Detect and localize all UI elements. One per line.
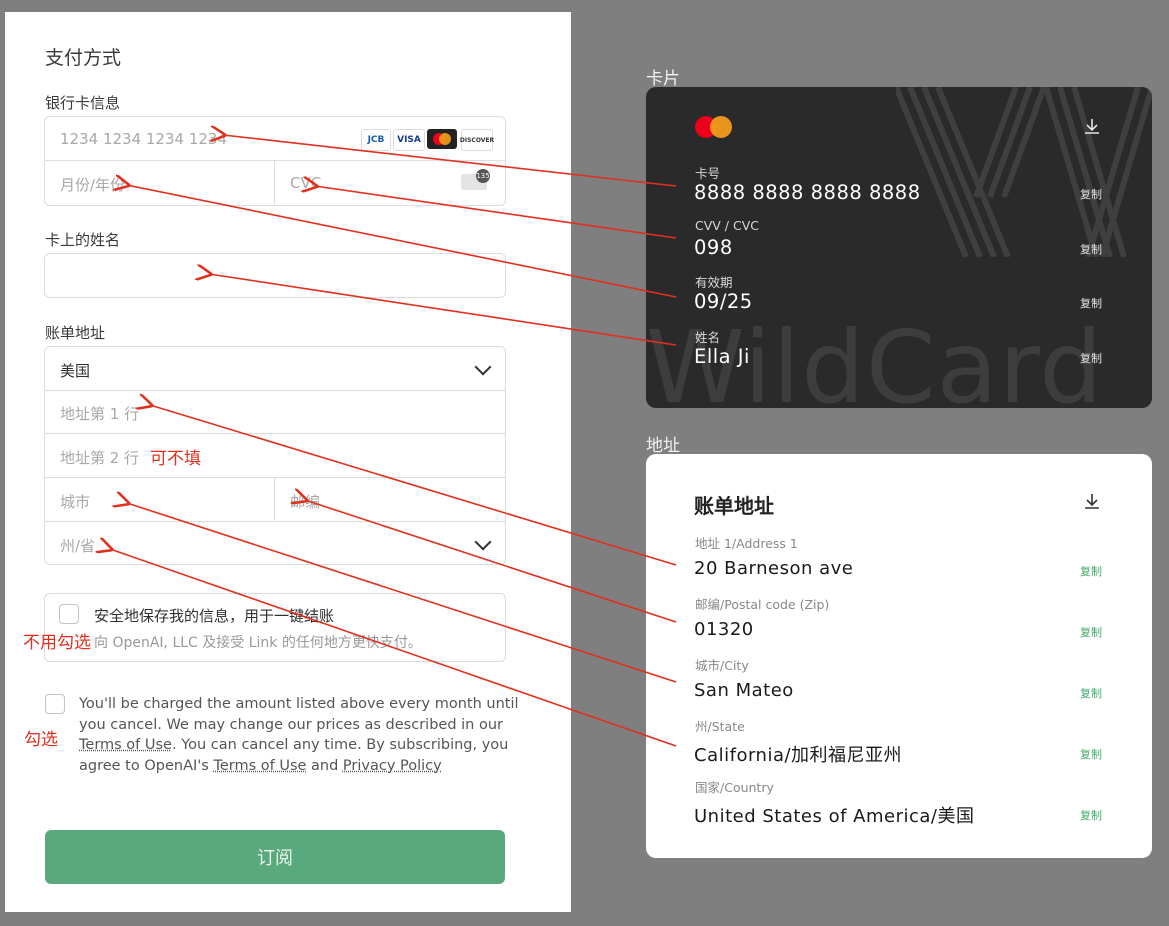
divider — [45, 477, 505, 478]
cvc-badge: 135 — [476, 169, 490, 183]
address-card: 账单地址 地址 1/Address 1 20 Barneson ave 复制 邮… — [646, 454, 1152, 858]
copy-button[interactable]: 复制 — [1080, 807, 1102, 823]
cvv-label: CVV / CVC — [695, 218, 759, 233]
zip-label: 邮编/Postal code (Zip) — [695, 597, 830, 612]
card-number-value: 8888 8888 8888 8888 — [694, 181, 921, 204]
card-section-label: 卡片 — [646, 69, 680, 89]
address-section-label: 地址 — [646, 436, 680, 456]
zip-input[interactable]: 邮编 — [290, 491, 320, 512]
annotation-optional: 可不填 — [150, 449, 201, 469]
card-stripes-decoration — [896, 87, 1152, 257]
terms-checkbox[interactable] — [45, 694, 65, 714]
save-info-subtitle: 向 OpenAI, LLC 及接受 Link 的任何地方更快支付。 — [94, 635, 422, 651]
legal-text: You'll be charged the amount listed abov… — [79, 696, 519, 774]
copy-button[interactable]: 复制 — [1080, 746, 1102, 762]
card-info-label: 银行卡信息 — [45, 94, 121, 112]
address-line1-input[interactable]: 地址第 1 行 — [60, 403, 139, 424]
expiry-input[interactable]: 月份/年份 — [60, 174, 125, 195]
billing-address-label: 账单地址 — [45, 324, 106, 342]
divider — [274, 161, 275, 205]
state-value: California/加利福尼亚州 — [694, 745, 903, 766]
subscribe-button[interactable]: 订阅 — [45, 830, 505, 884]
cardholder-value: Ella Ji — [694, 345, 750, 368]
address1-label: 地址 1/Address 1 — [695, 536, 798, 551]
copy-button[interactable]: 复制 — [1080, 295, 1102, 311]
divider — [274, 478, 275, 521]
state-label: 州/State — [695, 719, 745, 734]
save-info-title: 安全地保存我的信息，用于一键结账 — [94, 607, 335, 625]
mastercard-logo-icon — [695, 116, 732, 138]
card-number-input[interactable]: 1234 1234 1234 1234 — [60, 130, 227, 148]
save-info-checkbox[interactable] — [59, 604, 79, 624]
download-icon[interactable] — [1083, 492, 1101, 510]
copy-button[interactable]: 复制 — [1080, 350, 1102, 366]
mastercard-icon — [427, 129, 457, 149]
city-input[interactable]: 城市 — [60, 491, 90, 512]
jcb-icon: JCB — [361, 129, 391, 151]
virtual-card: WildCard 卡号 8888 8888 8888 8888 复制 CVV /… — [646, 87, 1152, 408]
divider — [45, 160, 505, 161]
copy-button[interactable]: 复制 — [1080, 624, 1102, 640]
expiry-label: 有效期 — [695, 275, 733, 290]
payment-method-title: 支付方式 — [45, 47, 122, 69]
state-select[interactable]: 州/省 — [60, 535, 95, 556]
address-line2-input[interactable]: 地址第 2 行 — [60, 447, 139, 468]
divider — [45, 390, 505, 391]
city-value: San Mateo — [694, 680, 794, 701]
copy-button[interactable]: 复制 — [1080, 241, 1102, 257]
name-on-card-label: 卡上的姓名 — [45, 231, 121, 249]
expiry-value: 09/25 — [694, 290, 753, 313]
cvv-value: 098 — [694, 236, 733, 259]
billing-address-title: 账单地址 — [694, 494, 774, 518]
terms-link[interactable]: Terms of Use — [79, 737, 172, 753]
annotation-no-check: 不用勾选 — [23, 633, 91, 653]
cardholder-label: 姓名 — [695, 330, 721, 345]
country-select[interactable]: 美国 — [60, 360, 90, 381]
zip-value: 01320 — [694, 619, 754, 640]
divider — [45, 433, 505, 434]
divider — [45, 521, 505, 522]
visa-icon: VISA — [393, 129, 425, 151]
card-number-label: 卡号 — [695, 166, 721, 181]
terms-link[interactable]: Terms of Use — [213, 758, 306, 774]
city-label: 城市/City — [695, 658, 749, 673]
annotation-check: 勾选 — [24, 730, 58, 750]
download-icon[interactable] — [1083, 117, 1101, 135]
name-on-card-input[interactable] — [44, 253, 506, 298]
copy-button[interactable]: 复制 — [1080, 186, 1102, 202]
copy-button[interactable]: 复制 — [1080, 685, 1102, 701]
copy-button[interactable]: 复制 — [1080, 563, 1102, 579]
address1-value: 20 Barneson ave — [694, 558, 854, 579]
discover-icon: DISCOVER — [460, 129, 494, 151]
privacy-link[interactable]: Privacy Policy — [343, 758, 442, 774]
country-label: 国家/Country — [695, 780, 774, 795]
cvc-input[interactable]: CVC — [290, 174, 321, 192]
country-value: United States of America/美国 — [694, 806, 975, 827]
